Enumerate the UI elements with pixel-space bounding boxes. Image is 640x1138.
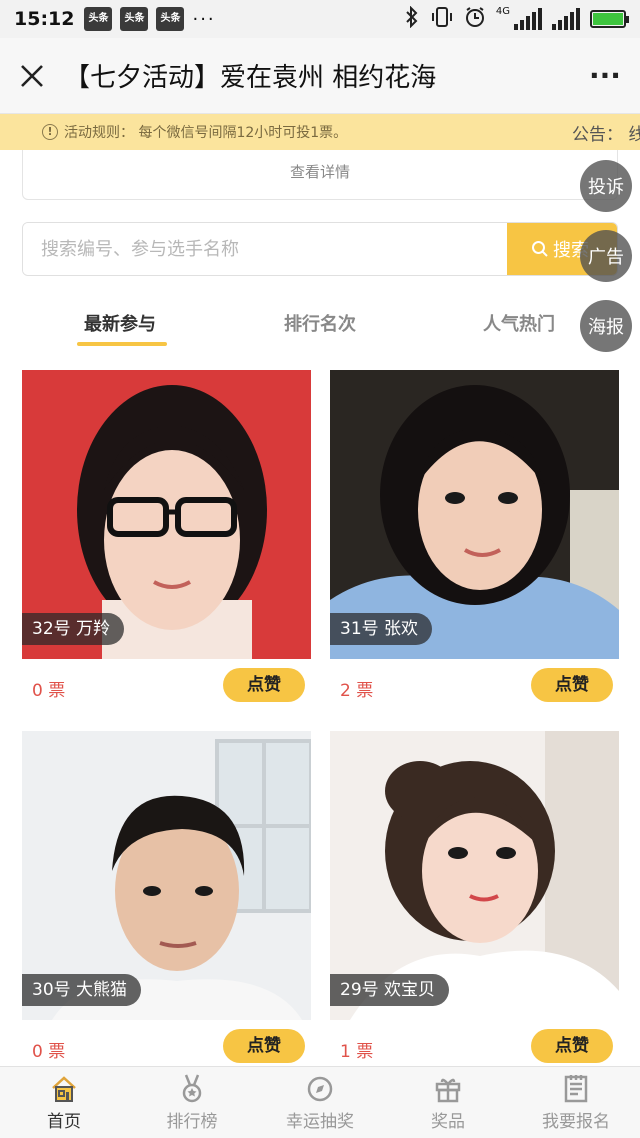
close-icon: [21, 64, 43, 87]
toutiao-app-icon: 头条: [84, 7, 113, 31]
like-button[interactable]: 点赞: [223, 668, 305, 702]
contestant-card[interactable]: 29号 欢宝贝 1 票 点赞: [330, 731, 619, 1063]
search-icon: [532, 241, 548, 257]
notice-bar: ! 活动规则： 每个微信号间隔12小时可投1票。 公告： 线: [0, 114, 640, 150]
tab-ranking[interactable]: 排行名次: [284, 310, 356, 336]
contestant-name-tag: 31号 张欢: [330, 613, 433, 645]
signal-icon: [552, 8, 580, 30]
contestant-card[interactable]: 32号 万羚 0 票 点赞: [22, 370, 311, 702]
nav-prizes[interactable]: 奖品: [384, 1067, 512, 1138]
vote-count: 2 票: [340, 681, 374, 701]
close-button[interactable]: [0, 38, 64, 114]
tab-popular[interactable]: 人气热门: [483, 310, 555, 336]
alarm-icon: [464, 6, 486, 33]
toutiao-app-icon: 头条: [156, 7, 185, 31]
contestant-photo[interactable]: 32号 万羚: [22, 370, 311, 659]
nav-ranking[interactable]: 排行榜: [128, 1067, 256, 1138]
nav-home[interactable]: 首页: [0, 1067, 128, 1138]
search-bar: 搜索: [22, 222, 618, 276]
like-button[interactable]: 点赞: [223, 1029, 305, 1063]
info-icon: !: [42, 124, 58, 140]
network-type: 4G: [495, 5, 510, 17]
contestant-photo[interactable]: 31号 张欢: [330, 370, 619, 659]
contestant-photo[interactable]: 30号 大熊猫: [22, 731, 311, 1020]
battery-icon: [590, 10, 629, 28]
status-bar: 15:12 头条 头条 头条 ··· 4G: [0, 0, 640, 38]
contestant-name-tag: 32号 万羚: [22, 613, 125, 645]
page-title: 【七夕活动】爱在袁州 相约花海: [64, 63, 437, 93]
ad-button[interactable]: 广告: [580, 230, 632, 282]
nav-label: 奖品: [431, 1112, 465, 1132]
status-time: 15:12: [14, 8, 75, 30]
nav-label: 我要报名: [542, 1112, 610, 1132]
contestant-name-tag: 29号 欢宝贝: [330, 974, 450, 1006]
search-input[interactable]: [23, 223, 507, 275]
tab-bar: 最新参与 排行名次 人气热门: [0, 300, 640, 350]
tab-latest[interactable]: 最新参与: [84, 310, 156, 336]
contestant-photo[interactable]: 29号 欢宝贝: [330, 731, 619, 1020]
form-icon: [564, 1075, 588, 1103]
compass-icon: [307, 1076, 333, 1102]
status-more-dots: ···: [192, 8, 216, 30]
notice-rule-text: 活动规则： 每个微信号间隔12小时可投1票。: [64, 125, 348, 141]
like-button[interactable]: 点赞: [531, 1029, 613, 1063]
view-details-link[interactable]: 查看详情: [22, 150, 618, 200]
contestant-card[interactable]: 31号 张欢 2 票 点赞: [330, 370, 619, 702]
vote-count: 0 票: [32, 681, 66, 701]
tab-active-indicator: [77, 342, 167, 346]
nav-label: 幸运抽奖: [286, 1112, 354, 1132]
vibrate-icon: [430, 6, 454, 33]
nav-label: 排行榜: [166, 1112, 218, 1132]
gift-icon: [435, 1078, 461, 1103]
complain-button[interactable]: 投诉: [580, 160, 632, 212]
like-button[interactable]: 点赞: [531, 668, 613, 702]
nav-label: 首页: [47, 1112, 81, 1132]
home-icon: [52, 1076, 76, 1102]
notice-marquee: 公告： 线: [572, 124, 640, 145]
nav-signup[interactable]: 我要报名: [512, 1067, 640, 1138]
more-button[interactable]: ···: [570, 59, 640, 92]
medal-icon: [182, 1074, 202, 1103]
contestant-name-tag: 30号 大熊猫: [22, 974, 142, 1006]
title-bar: 【七夕活动】爱在袁州 相约花海 ···: [0, 38, 640, 114]
vote-count: 1 票: [340, 1042, 374, 1062]
bluetooth-icon: [404, 5, 420, 33]
signal-icon: [514, 8, 542, 30]
bottom-nav: 首页 排行榜 幸运抽奖 奖品 我要报名: [0, 1066, 640, 1138]
toutiao-app-icon: 头条: [120, 7, 149, 31]
contestant-card[interactable]: 30号 大熊猫 0 票 点赞: [22, 731, 311, 1063]
nav-lucky-draw[interactable]: 幸运抽奖: [256, 1067, 384, 1138]
vote-count: 0 票: [32, 1042, 66, 1062]
